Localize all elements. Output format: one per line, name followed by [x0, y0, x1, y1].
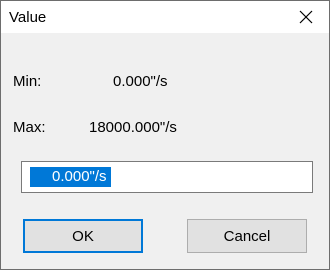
min-value: 0.000"/s — [113, 73, 168, 90]
ok-button[interactable]: OK — [23, 219, 143, 253]
close-icon — [299, 10, 313, 24]
value-input[interactable]: 0.000"/s — [21, 161, 313, 193]
value-input-text: 0.000"/s — [30, 167, 111, 187]
max-label: Max: — [13, 119, 46, 136]
min-label: Min: — [13, 73, 42, 90]
cancel-button[interactable]: Cancel — [187, 219, 307, 253]
window-title: Value — [9, 9, 47, 26]
max-value: 18000.000"/s — [89, 119, 177, 136]
title-bar: Value — [1, 1, 329, 33]
close-button[interactable] — [283, 1, 329, 33]
value-dialog: Value Min: 0.000"/s Max: 18000.000"/s 0.… — [0, 0, 330, 270]
